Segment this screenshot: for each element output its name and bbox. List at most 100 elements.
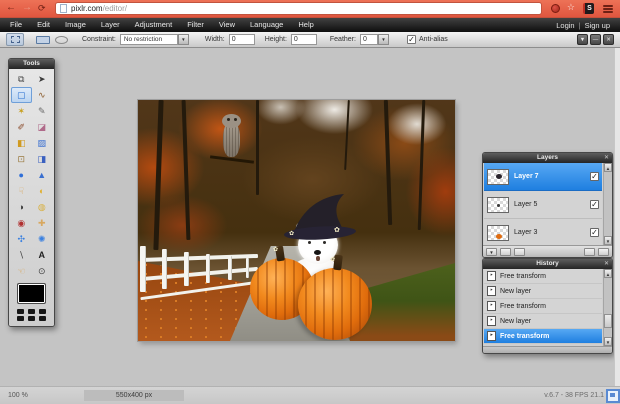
tool-blur[interactable]: ●	[11, 167, 32, 183]
tool-colorpicker[interactable]: ∖	[11, 247, 32, 263]
history-close-icon[interactable]: ✕	[604, 259, 609, 269]
tool-zoom[interactable]: ⊙	[32, 263, 53, 279]
scroll-up-icon[interactable]: ▲	[604, 163, 612, 172]
tool-gradient[interactable]: ▨	[32, 135, 53, 151]
tool-smudge[interactable]: ☟	[11, 183, 32, 199]
tool-move[interactable]: ➤	[32, 71, 53, 87]
layer-name: Layer 3	[514, 229, 538, 236]
layer-thumbnail[interactable]	[487, 224, 509, 241]
extension-icon[interactable]: S	[583, 3, 594, 14]
tool-spot-heal[interactable]: ✚	[32, 215, 53, 231]
layer-name: Layer 5	[514, 201, 538, 208]
scroll-down-icon[interactable]: ▼	[604, 236, 612, 245]
history-step[interactable]: ‣ New layer	[484, 284, 602, 299]
tool-pinch[interactable]: ✺	[32, 231, 53, 247]
tool-crop[interactable]: ⧉	[11, 71, 32, 87]
history-step[interactable]: ‣ Free transform	[484, 299, 602, 314]
layer-visibility-checkbox[interactable]: ✓	[590, 200, 599, 209]
tool-marquee[interactable]: ▢	[11, 87, 32, 103]
browser-menu-icon[interactable]	[603, 5, 613, 14]
height-input[interactable]: 0	[290, 34, 317, 45]
tool-red-eye[interactable]: ◉	[11, 215, 32, 231]
signup-link[interactable]: Sign up	[585, 21, 610, 30]
owl-eye	[234, 118, 237, 121]
layers-close-icon[interactable]: ✕	[604, 153, 609, 163]
tool-type[interactable]: A	[32, 247, 53, 263]
scrollbar-thumb[interactable]	[604, 314, 612, 328]
browser-forward-icon[interactable]: →	[22, 1, 32, 15]
layer-row[interactable]: Layer 7 ✓	[484, 163, 602, 191]
menu-language[interactable]: Language	[250, 18, 283, 32]
history-step[interactable]: ‣ Free transform	[484, 329, 602, 344]
current-tool-marquee-button[interactable]	[6, 33, 24, 46]
menu-filter[interactable]: Filter	[187, 18, 204, 32]
tool-hand[interactable]: ☜	[11, 263, 32, 279]
layer-settings-button[interactable]: ▼	[486, 247, 497, 256]
canvas-image[interactable]: ✿ ✿ ✿ ✿	[138, 100, 455, 341]
tool-paint-bucket[interactable]: ◧	[11, 135, 32, 151]
toolbar-minimize-icon[interactable]: —	[590, 34, 601, 45]
tool-sharpen[interactable]: ▲	[32, 167, 53, 183]
ellipse-shape-button[interactable]	[55, 35, 68, 44]
color-swatch[interactable]	[17, 283, 46, 304]
constraint-dropdown-icon[interactable]: ▼	[177, 34, 189, 45]
url-text: pixlr.com/editor/	[71, 4, 128, 13]
layers-scrollbar[interactable]: ▲ ▼	[603, 163, 612, 245]
tool-dodge[interactable]: ◐	[32, 183, 53, 199]
layer-style-button[interactable]	[514, 247, 525, 256]
tool-wand[interactable]: ✶	[11, 103, 32, 119]
tool-burn[interactable]: ◑	[11, 199, 32, 215]
layer-visibility-checkbox[interactable]: ✓	[590, 228, 599, 237]
tool-color-replace[interactable]: ◨	[32, 151, 53, 167]
scroll-up-icon[interactable]: ▲	[604, 269, 612, 278]
login-link[interactable]: Login	[556, 21, 574, 30]
history-panel-title[interactable]: History ✕	[483, 259, 612, 269]
antialias-checkbox[interactable]: ✓	[406, 35, 416, 44]
history-scrollbar[interactable]: ▲ ▼	[603, 269, 612, 346]
tools-panel-title[interactable]: Tools	[9, 59, 54, 69]
menu-help[interactable]: Help	[298, 18, 313, 32]
layers-list: Layer 7 ✓ Layer 5 ✓ Layer 3 ✓	[484, 163, 602, 247]
menu-adjustment[interactable]: Adjustment	[135, 18, 173, 32]
rectangle-shape-button[interactable]	[36, 35, 50, 44]
menu-image[interactable]: Image	[65, 18, 86, 32]
width-label: Width:	[204, 36, 225, 43]
tool-sponge[interactable]: ◍	[32, 199, 53, 215]
scroll-down-icon[interactable]: ▼	[604, 337, 612, 346]
menu-layer[interactable]: Layer	[101, 18, 120, 32]
layer-mask-button[interactable]	[500, 247, 511, 256]
delete-layer-button[interactable]	[598, 247, 609, 256]
new-layer-button[interactable]	[584, 247, 595, 256]
layer-row[interactable]: Layer 5 ✓	[484, 191, 602, 219]
feather-input[interactable]: 0	[359, 34, 378, 45]
tool-lasso[interactable]: ∿	[32, 87, 53, 103]
menu-edit[interactable]: Edit	[37, 18, 50, 32]
adblock-extension-icon[interactable]	[551, 4, 560, 13]
feather-dropdown-icon[interactable]: ▼	[377, 34, 389, 45]
page-scrollbar[interactable]	[614, 48, 620, 386]
menu-file[interactable]: File	[10, 18, 22, 32]
toolbar-collapse-icon[interactable]: ▼	[577, 34, 588, 45]
constraint-select[interactable]: No restriction	[119, 34, 178, 45]
width-input[interactable]: 0	[228, 34, 255, 45]
tool-clone-stamp[interactable]: ⊡	[11, 151, 32, 167]
tool-pencil[interactable]: ✎	[32, 103, 53, 119]
layer-thumbnail[interactable]	[487, 168, 509, 185]
layers-panel-title[interactable]: Layers ✕	[483, 153, 612, 163]
layer-row[interactable]: Layer 3 ✓	[484, 219, 602, 247]
address-bar[interactable]: pixlr.com/editor/	[55, 2, 542, 15]
bookmark-star-icon[interactable]: ☆	[567, 2, 575, 13]
history-step[interactable]: ‣ New layer	[484, 314, 602, 329]
layer-thumbnail[interactable]	[487, 196, 509, 213]
toolbar-close-icon[interactable]: ✕	[603, 34, 614, 45]
browser-reload-icon[interactable]: ⟳	[38, 1, 46, 15]
tool-eraser[interactable]: ◪	[32, 119, 53, 135]
fence-post	[246, 258, 249, 278]
browser-back-icon[interactable]: ←	[6, 1, 16, 15]
history-step[interactable]: ‣ Free transform	[484, 269, 602, 284]
layer-visibility-checkbox[interactable]: ✓	[590, 172, 599, 181]
tool-bloat[interactable]: ✣	[11, 231, 32, 247]
menu-view[interactable]: View	[219, 18, 235, 32]
flash-resize-icon[interactable]	[606, 389, 620, 403]
tool-brush[interactable]: ✐	[11, 119, 32, 135]
